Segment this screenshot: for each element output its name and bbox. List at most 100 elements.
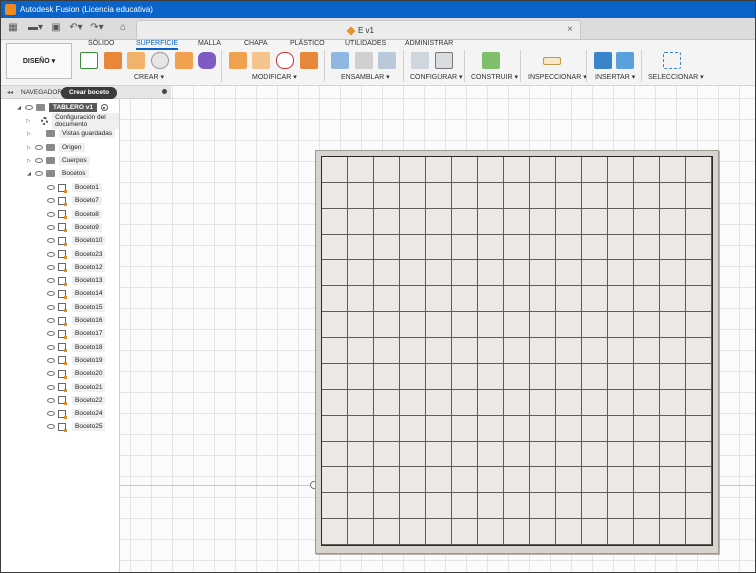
board-cell[interactable] bbox=[426, 208, 452, 235]
board-cell[interactable] bbox=[634, 519, 660, 545]
board-cell[interactable] bbox=[530, 415, 556, 442]
board-cell[interactable] bbox=[608, 389, 634, 416]
eye-icon[interactable] bbox=[47, 224, 55, 230]
board-cell[interactable] bbox=[478, 467, 504, 494]
panel-options-icon[interactable] bbox=[162, 89, 167, 94]
board-cell[interactable] bbox=[608, 182, 634, 209]
workspace-selector[interactable]: DISEÑO ▾ bbox=[6, 43, 72, 79]
board-cell[interactable] bbox=[608, 493, 634, 520]
board-cell[interactable] bbox=[634, 467, 660, 494]
board-cell[interactable] bbox=[374, 157, 400, 183]
board-cell[interactable] bbox=[530, 312, 556, 339]
board-cell[interactable] bbox=[374, 519, 400, 545]
eye-icon[interactable] bbox=[47, 331, 55, 337]
board-cell[interactable] bbox=[426, 389, 452, 416]
board-cell[interactable] bbox=[634, 286, 660, 313]
tree-root[interactable]: ◢ TABLERO v1 bbox=[16, 102, 108, 113]
board-cell[interactable] bbox=[660, 441, 686, 468]
board-cell[interactable] bbox=[504, 234, 530, 261]
apps-grid-icon[interactable]: ▦ bbox=[8, 22, 18, 34]
board-cell[interactable] bbox=[608, 441, 634, 468]
board-cell[interactable] bbox=[400, 363, 426, 390]
collapse-triangle-icon[interactable]: ◢ bbox=[26, 171, 32, 177]
board-cell[interactable] bbox=[556, 441, 582, 468]
sketch-item[interactable]: Boceto15 bbox=[47, 302, 106, 313]
board-cell[interactable] bbox=[660, 519, 686, 545]
board-cell[interactable] bbox=[660, 415, 686, 442]
board-cell[interactable] bbox=[374, 260, 400, 287]
board-cell[interactable] bbox=[686, 467, 712, 494]
board-cell[interactable] bbox=[400, 493, 426, 520]
board-cell[interactable] bbox=[322, 415, 348, 442]
board-cell[interactable] bbox=[426, 363, 452, 390]
tab-chapa[interactable]: CHAPA bbox=[244, 40, 268, 47]
home-icon[interactable]: ⌂ bbox=[117, 22, 129, 34]
board-cell[interactable] bbox=[530, 389, 556, 416]
board-cell[interactable] bbox=[504, 286, 530, 313]
eye-icon[interactable] bbox=[47, 251, 55, 257]
eye-icon[interactable] bbox=[47, 198, 55, 204]
board-cell[interactable] bbox=[426, 234, 452, 261]
board-cell[interactable] bbox=[530, 338, 556, 364]
board-cell[interactable] bbox=[634, 363, 660, 390]
board-cell[interactable] bbox=[400, 286, 426, 313]
board-cell[interactable] bbox=[634, 182, 660, 209]
board-cell[interactable] bbox=[478, 260, 504, 287]
board-cell[interactable] bbox=[452, 519, 478, 545]
board-cell[interactable] bbox=[400, 338, 426, 364]
board-cell[interactable] bbox=[686, 338, 712, 364]
joint-icon[interactable] bbox=[355, 52, 373, 69]
board-cell[interactable] bbox=[556, 519, 582, 545]
board-cell[interactable] bbox=[660, 182, 686, 209]
offset-plane-icon[interactable] bbox=[482, 52, 500, 69]
board-cell[interactable] bbox=[686, 389, 712, 416]
board-cell[interactable] bbox=[426, 286, 452, 313]
board-cell[interactable] bbox=[348, 441, 374, 468]
eye-icon[interactable] bbox=[35, 145, 43, 150]
board-cell[interactable] bbox=[530, 441, 556, 468]
eye-icon[interactable] bbox=[47, 278, 55, 284]
group-insertar[interactable]: INSERTAR ▾ bbox=[595, 73, 635, 81]
board-cell[interactable] bbox=[686, 260, 712, 287]
tab-solido[interactable]: SÓLIDO bbox=[88, 40, 114, 47]
board-cell[interactable] bbox=[582, 338, 608, 364]
board-cell[interactable] bbox=[634, 312, 660, 339]
board-cell[interactable] bbox=[660, 389, 686, 416]
sketch-item[interactable]: Boceto7 bbox=[47, 195, 102, 206]
board-cell[interactable] bbox=[478, 312, 504, 339]
board-cell[interactable] bbox=[504, 493, 530, 520]
board-cell[interactable] bbox=[556, 234, 582, 261]
board-cell[interactable] bbox=[686, 157, 712, 183]
board-body[interactable] bbox=[315, 150, 719, 554]
tree-item-saved-views[interactable]: ▷ Vistas guardadas bbox=[26, 128, 116, 139]
board-cell[interactable] bbox=[660, 208, 686, 235]
board-cell[interactable] bbox=[400, 260, 426, 287]
board-cell[interactable] bbox=[582, 182, 608, 209]
configure-icon[interactable] bbox=[411, 52, 429, 69]
board-cell[interactable] bbox=[478, 208, 504, 235]
board-cell[interactable] bbox=[608, 208, 634, 235]
board-cell[interactable] bbox=[634, 234, 660, 261]
board-cell[interactable] bbox=[400, 415, 426, 442]
board-cell[interactable] bbox=[504, 312, 530, 339]
board-cell[interactable] bbox=[582, 363, 608, 390]
board-cell[interactable] bbox=[374, 182, 400, 209]
board-cell[interactable] bbox=[400, 389, 426, 416]
board-cell[interactable] bbox=[322, 519, 348, 545]
sketch-item[interactable]: Boceto8 bbox=[47, 209, 102, 220]
sketch-item[interactable]: Boceto18 bbox=[47, 342, 106, 353]
board-cell[interactable] bbox=[478, 519, 504, 545]
board-cell[interactable] bbox=[348, 286, 374, 313]
board-cell[interactable] bbox=[452, 338, 478, 364]
board-cell[interactable] bbox=[608, 260, 634, 287]
board-cell[interactable] bbox=[322, 312, 348, 339]
form-icon[interactable] bbox=[198, 52, 216, 69]
select-icon[interactable] bbox=[663, 52, 681, 69]
trim-icon[interactable] bbox=[276, 52, 294, 69]
board-cell[interactable] bbox=[530, 519, 556, 545]
board-cell[interactable] bbox=[504, 260, 530, 287]
board-cell[interactable] bbox=[374, 363, 400, 390]
delete-icon[interactable] bbox=[252, 52, 270, 69]
board-cell[interactable] bbox=[608, 363, 634, 390]
board-cell[interactable] bbox=[634, 208, 660, 235]
